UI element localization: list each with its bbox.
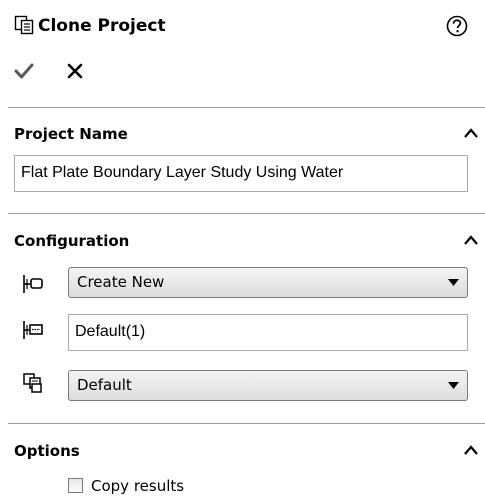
collapse-project-name-icon[interactable] bbox=[463, 127, 479, 139]
help-icon[interactable] bbox=[446, 15, 468, 37]
close-icon[interactable] bbox=[66, 62, 84, 80]
configuration-name-icon bbox=[23, 321, 43, 339]
configuration-name-input[interactable]: Default(1) bbox=[68, 314, 468, 351]
configuration-divider bbox=[8, 423, 485, 424]
header-divider bbox=[8, 107, 485, 108]
configuration-mode-icon bbox=[23, 275, 43, 293]
chevron-down-icon bbox=[448, 279, 459, 286]
chevron-down-icon bbox=[448, 382, 459, 389]
checkmark-icon[interactable] bbox=[14, 62, 34, 80]
collapse-options-icon[interactable] bbox=[463, 444, 479, 456]
base-configuration-select[interactable]: Default bbox=[68, 370, 468, 401]
project-name-section-title: Project Name bbox=[14, 125, 128, 143]
project-name-divider bbox=[8, 213, 485, 214]
configuration-section-title: Configuration bbox=[14, 232, 130, 250]
base-configuration-icon bbox=[23, 373, 42, 393]
panel-title: Clone Project bbox=[38, 16, 166, 36]
project-name-input[interactable]: Flat Plate Boundary Layer Study Using Wa… bbox=[14, 155, 468, 192]
copy-results-checkbox[interactable] bbox=[68, 478, 83, 493]
configuration-mode-select[interactable]: Create New bbox=[68, 267, 468, 298]
base-configuration-value: Default bbox=[77, 376, 132, 394]
clone-project-panel: Clone Project Project Name Flat Plate Bo… bbox=[0, 0, 485, 504]
copy-results-label[interactable]: Copy results bbox=[91, 476, 184, 496]
options-section-title: Options bbox=[14, 442, 80, 460]
collapse-configuration-icon[interactable] bbox=[463, 234, 479, 246]
configuration-mode-value: Create New bbox=[77, 273, 165, 291]
panel-header: Clone Project bbox=[0, 0, 485, 106]
clone-project-icon bbox=[14, 15, 34, 35]
